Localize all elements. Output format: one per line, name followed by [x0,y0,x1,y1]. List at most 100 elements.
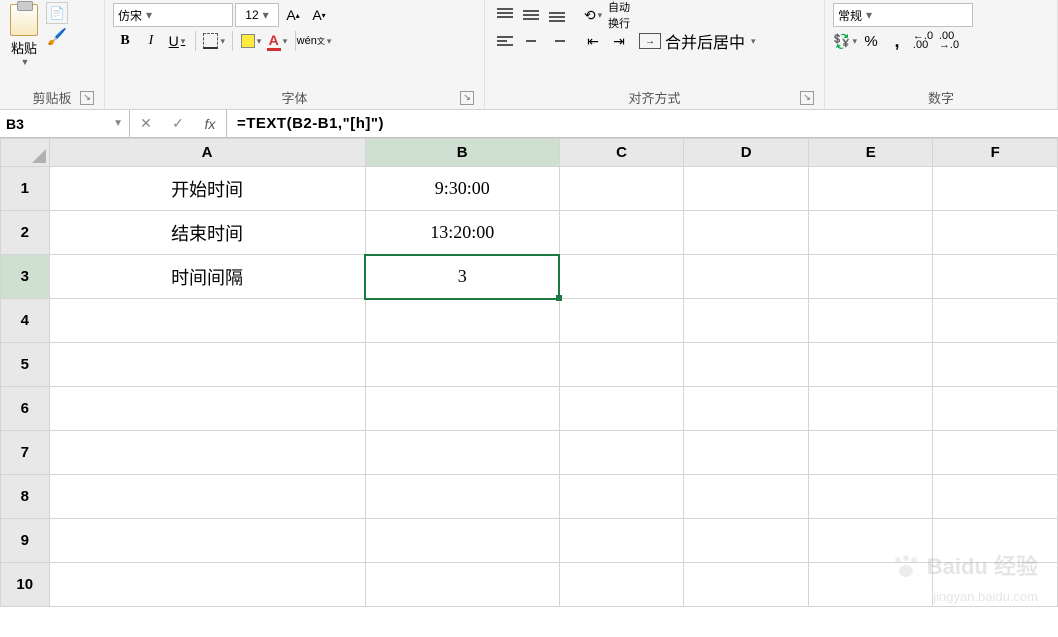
cell-F2[interactable] [933,211,1058,255]
row-header-9[interactable]: 9 [1,519,50,563]
cell-C1[interactable] [559,167,684,211]
cell-A9[interactable] [49,519,365,563]
cell-E9[interactable] [808,519,933,563]
formula-input[interactable]: =TEXT(B2-B1,"[h]") [227,110,1058,137]
dialog-launcher-icon[interactable]: ↘ [80,91,94,105]
align-middle-icon[interactable] [519,3,543,27]
cell-A5[interactable] [49,343,365,387]
row-header-4[interactable]: 4 [1,299,50,343]
orientation-icon[interactable]: ⟲▾ [581,3,605,27]
cell-D8[interactable] [684,475,809,519]
font-size-combo[interactable]: 12▾ [235,3,279,27]
cell-F6[interactable] [933,387,1058,431]
fx-icon[interactable]: fx [194,116,226,132]
font-color-button[interactable]: A▾ [265,29,289,53]
formula-accept-icon[interactable]: ✓ [162,115,194,132]
cell-D5[interactable] [684,343,809,387]
cell-C4[interactable] [559,299,684,343]
increase-font-icon[interactable]: A▴ [281,3,305,27]
cell-D9[interactable] [684,519,809,563]
cell-C6[interactable] [559,387,684,431]
cell-A2[interactable]: 结束时间 [49,211,365,255]
row-header-2[interactable]: 2 [1,211,50,255]
align-left-icon[interactable] [493,29,517,53]
row-header-7[interactable]: 7 [1,431,50,475]
cell-D1[interactable] [684,167,809,211]
cell-D7[interactable] [684,431,809,475]
fill-color-button[interactable]: ▾ [239,29,263,53]
select-all-corner[interactable] [1,139,50,167]
cell-B4[interactable] [365,299,559,343]
column-header-C[interactable]: C [559,139,684,167]
cell-B6[interactable] [365,387,559,431]
cell-F9[interactable] [933,519,1058,563]
font-name-combo[interactable]: 仿宋▾ [113,3,233,27]
cell-E3[interactable] [808,255,933,299]
cell-A7[interactable] [49,431,365,475]
cell-F10[interactable] [933,563,1058,607]
cell-D6[interactable] [684,387,809,431]
borders-button[interactable]: ▾ [202,29,226,53]
increase-indent-icon[interactable]: ⇥ [607,29,631,53]
cell-D2[interactable] [684,211,809,255]
cell-A4[interactable] [49,299,365,343]
cell-F3[interactable] [933,255,1058,299]
cell-E2[interactable] [808,211,933,255]
name-box[interactable]: B3 ▼ [0,110,130,137]
cell-F4[interactable] [933,299,1058,343]
cell-B2[interactable]: 13:20:00 [365,211,559,255]
row-header-8[interactable]: 8 [1,475,50,519]
cell-E7[interactable] [808,431,933,475]
percent-icon[interactable]: % [859,29,883,53]
italic-button[interactable]: I [139,29,163,53]
cell-D4[interactable] [684,299,809,343]
cell-E10[interactable] [808,563,933,607]
increase-decimal-icon[interactable]: ←.0.00 [911,29,935,53]
cell-A1[interactable]: 开始时间 [49,167,365,211]
row-header-5[interactable]: 5 [1,343,50,387]
align-right-icon[interactable] [545,29,569,53]
formula-cancel-icon[interactable]: ✕ [130,115,162,132]
cell-B1[interactable]: 9:30:00 [365,167,559,211]
cell-E8[interactable] [808,475,933,519]
row-header-10[interactable]: 10 [1,563,50,607]
column-header-B[interactable]: B [365,139,559,167]
decrease-decimal-icon[interactable]: .00→.0 [937,29,961,53]
cell-D10[interactable] [684,563,809,607]
align-center-icon[interactable] [519,29,543,53]
underline-button[interactable]: U▾ [165,29,189,53]
cell-B8[interactable] [365,475,559,519]
phonetic-button[interactable]: wén文▾ [302,29,326,53]
decrease-font-icon[interactable]: A▾ [307,3,331,27]
row-header-1[interactable]: 1 [1,167,50,211]
cell-F5[interactable] [933,343,1058,387]
cell-A10[interactable] [49,563,365,607]
row-header-3[interactable]: 3 [1,255,50,299]
dialog-launcher-icon[interactable]: ↘ [800,91,814,105]
cell-C8[interactable] [559,475,684,519]
currency-icon[interactable]: 💱▾ [833,29,857,53]
paste-button[interactable]: 粘贴 ▼ [6,2,42,84]
copy-icon[interactable]: 📄 [46,2,68,24]
cell-D3[interactable] [684,255,809,299]
cell-A6[interactable] [49,387,365,431]
cell-E4[interactable] [808,299,933,343]
column-header-A[interactable]: A [49,139,365,167]
cell-F1[interactable] [933,167,1058,211]
cell-A3[interactable]: 时间间隔 [49,255,365,299]
cell-E6[interactable] [808,387,933,431]
align-bottom-icon[interactable] [545,3,569,27]
cell-C10[interactable] [559,563,684,607]
column-header-F[interactable]: F [933,139,1058,167]
row-header-6[interactable]: 6 [1,387,50,431]
dialog-launcher-icon[interactable]: ↘ [460,91,474,105]
number-format-combo[interactable]: 常规▾ [833,3,973,27]
cell-F8[interactable] [933,475,1058,519]
cell-C2[interactable] [559,211,684,255]
cell-E5[interactable] [808,343,933,387]
column-header-D[interactable]: D [684,139,809,167]
cell-C9[interactable] [559,519,684,563]
cell-A8[interactable] [49,475,365,519]
merge-center-button[interactable]: 合并后居中 ▾ [633,29,762,53]
cell-C5[interactable] [559,343,684,387]
